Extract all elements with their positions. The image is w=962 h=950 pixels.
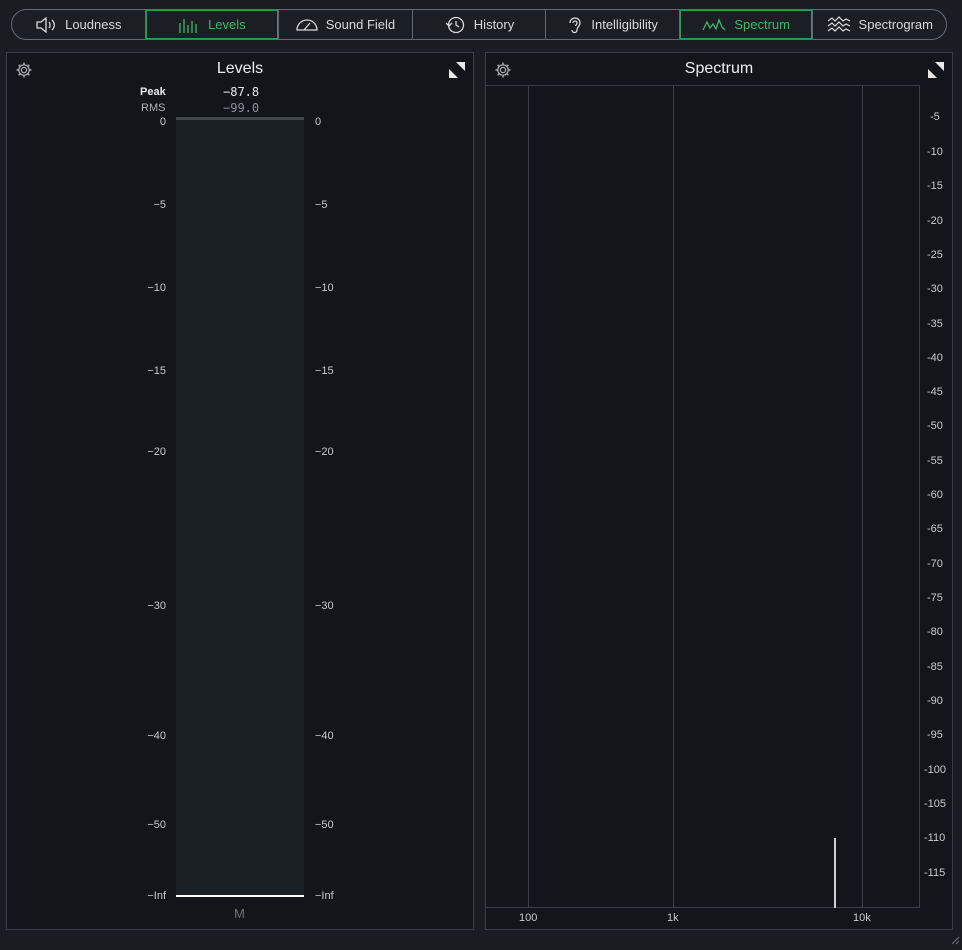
db-label: -105: [924, 798, 947, 810]
level-bars-icon: [178, 17, 200, 33]
levels-panel: Levels Peak −87.8 RMS −99.0 0 −5 −10 −15…: [6, 52, 474, 930]
tab-intelligibility[interactable]: Intelligibility: [546, 10, 680, 39]
scale-left-inf: −Inf: [147, 890, 166, 902]
spectrum-panel: Spectrum -5 -10 -15 -20 -25 -30 -35 -40 …: [485, 52, 953, 930]
spectrum-plot-area: [486, 85, 920, 908]
view-tab-bar: Loudness Levels Sound Field History Inte…: [11, 9, 947, 40]
tab-label: Intelligibility: [591, 17, 658, 32]
db-label: -70: [927, 558, 943, 570]
scale-left-50: −50: [147, 819, 166, 831]
tab-levels[interactable]: Levels: [146, 10, 280, 39]
scale-right-40: −40: [315, 730, 334, 742]
tab-label: Loudness: [65, 17, 122, 32]
tab-label: Sound Field: [325, 17, 396, 32]
db-label: -90: [927, 695, 943, 707]
db-label: -35: [927, 318, 943, 330]
speaker-icon: [35, 16, 57, 33]
db-label: -85: [927, 661, 943, 673]
channel-label: M: [234, 906, 245, 921]
tab-loudness[interactable]: Loudness: [12, 10, 146, 39]
db-label: -110: [924, 832, 946, 844]
db-label: -80: [927, 626, 943, 638]
db-label: -115: [924, 867, 946, 879]
scale-left-10: −10: [147, 282, 166, 294]
db-label: -20: [927, 215, 943, 227]
scale-right-20: −20: [315, 446, 334, 458]
spectrogram-icon: [827, 15, 851, 34]
scale-right-0: 0: [315, 116, 322, 128]
level-meter-fill: [176, 895, 304, 897]
scale-left-0: 0: [159, 116, 166, 128]
freq-label-10k: 10k: [853, 912, 871, 924]
gridline-100hz: [528, 86, 529, 907]
tab-label: Spectrogram: [858, 17, 933, 32]
db-label: -75: [927, 592, 943, 604]
freq-label-100: 100: [519, 912, 538, 924]
expand-icon[interactable]: [449, 62, 465, 78]
spectrum-title: Spectrum: [684, 60, 754, 77]
spectrum-peak-line: [834, 838, 836, 908]
tab-label: Levels: [208, 17, 246, 32]
tab-sound-field[interactable]: Sound Field: [279, 10, 413, 39]
scale-right-5: −5: [315, 199, 328, 211]
scale-left-5: −5: [153, 199, 166, 211]
levels-title: Levels: [216, 60, 264, 77]
db-label: -30: [927, 283, 943, 295]
db-label: -5: [930, 111, 940, 123]
resize-grip-icon[interactable]: [950, 932, 960, 945]
gridline-10khz: [862, 86, 863, 907]
scale-left-15: −15: [147, 365, 166, 377]
tab-spectrum[interactable]: Spectrum: [680, 10, 814, 39]
scale-left-40: −40: [147, 730, 166, 742]
tab-label: History: [473, 17, 515, 32]
db-label: -60: [927, 489, 943, 501]
db-label: -55: [927, 455, 943, 467]
db-label: -95: [927, 729, 943, 741]
scale-right-inf: −Inf: [315, 890, 334, 902]
sound-field-icon: [296, 17, 318, 33]
tab-spectrogram[interactable]: Spectrogram: [813, 10, 946, 39]
db-label: -10: [927, 146, 943, 158]
scale-right-10: −10: [315, 282, 334, 294]
db-label: -25: [927, 249, 943, 261]
rms-label: RMS: [141, 102, 166, 114]
db-label: -15: [927, 180, 943, 192]
tab-history[interactable]: History: [413, 10, 547, 39]
history-clock-icon: [444, 16, 466, 34]
peak-hold-line: [176, 117, 304, 120]
scale-right-15: −15: [315, 365, 334, 377]
peak-label: Peak: [140, 86, 166, 98]
scale-left-20: −20: [147, 446, 166, 458]
scale-left-30: −30: [147, 600, 166, 612]
level-meter-track: [176, 118, 304, 896]
ear-icon: [567, 15, 583, 35]
scale-right-30: −30: [315, 600, 334, 612]
rms-value: −99.0: [223, 101, 260, 115]
scale-right-50: −50: [315, 819, 334, 831]
db-label: -100: [924, 764, 947, 776]
spectrum-wave-icon: [702, 17, 726, 33]
peak-value: −87.8: [223, 85, 260, 99]
db-label: -65: [927, 523, 943, 535]
db-label: -40: [927, 352, 943, 364]
tab-label: Spectrum: [734, 17, 790, 32]
expand-icon[interactable]: [928, 62, 944, 78]
freq-label-1k: 1k: [667, 912, 679, 924]
gridline-1khz: [673, 86, 674, 907]
db-label: -50: [927, 420, 943, 432]
db-label: -45: [927, 386, 943, 398]
